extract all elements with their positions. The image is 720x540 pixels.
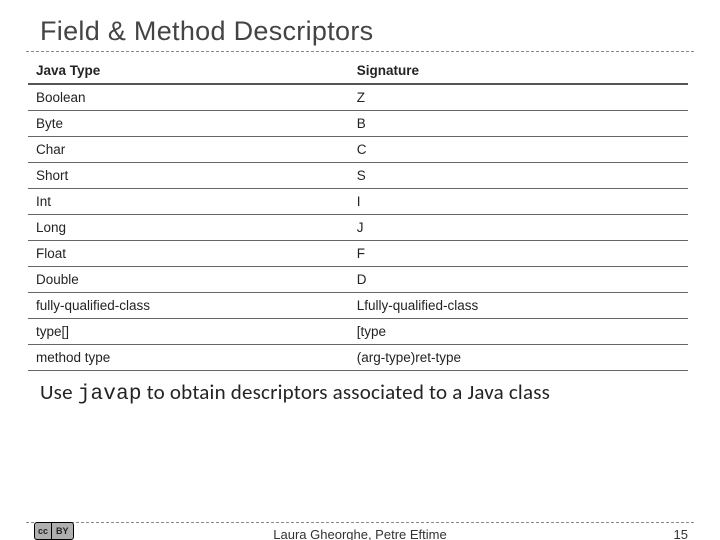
table-row: IntI xyxy=(28,189,688,215)
table-row: ByteB xyxy=(28,111,688,137)
title-divider xyxy=(26,51,694,52)
caption-code: javap xyxy=(78,383,142,406)
caption: Use javap to obtain descriptors associat… xyxy=(40,379,720,406)
footer-divider xyxy=(26,522,694,523)
table-row: method type(arg-type)ret-type xyxy=(28,345,688,371)
table-row: LongJ xyxy=(28,215,688,241)
col-signature: Signature xyxy=(349,58,688,84)
caption-suffix: to obtain descriptors associated to a Ja… xyxy=(142,379,550,405)
table-row: DoubleD xyxy=(28,267,688,293)
slide-title: Field & Method Descriptors xyxy=(40,16,720,47)
authors: Laura Gheorghe, Petre Eftime xyxy=(0,527,720,540)
page-number: 15 xyxy=(674,527,688,540)
table-row: type[][type xyxy=(28,319,688,345)
table-row: FloatF xyxy=(28,241,688,267)
table-row: CharC xyxy=(28,137,688,163)
table-row: BooleanZ xyxy=(28,84,688,111)
table-row: ShortS xyxy=(28,163,688,189)
caption-prefix: Use xyxy=(40,379,78,405)
table-row: fully-qualified-classLfully-qualified-cl… xyxy=(28,293,688,319)
col-java-type: Java Type xyxy=(28,58,349,84)
descriptor-table: Java Type Signature BooleanZ ByteB CharC… xyxy=(28,58,688,371)
